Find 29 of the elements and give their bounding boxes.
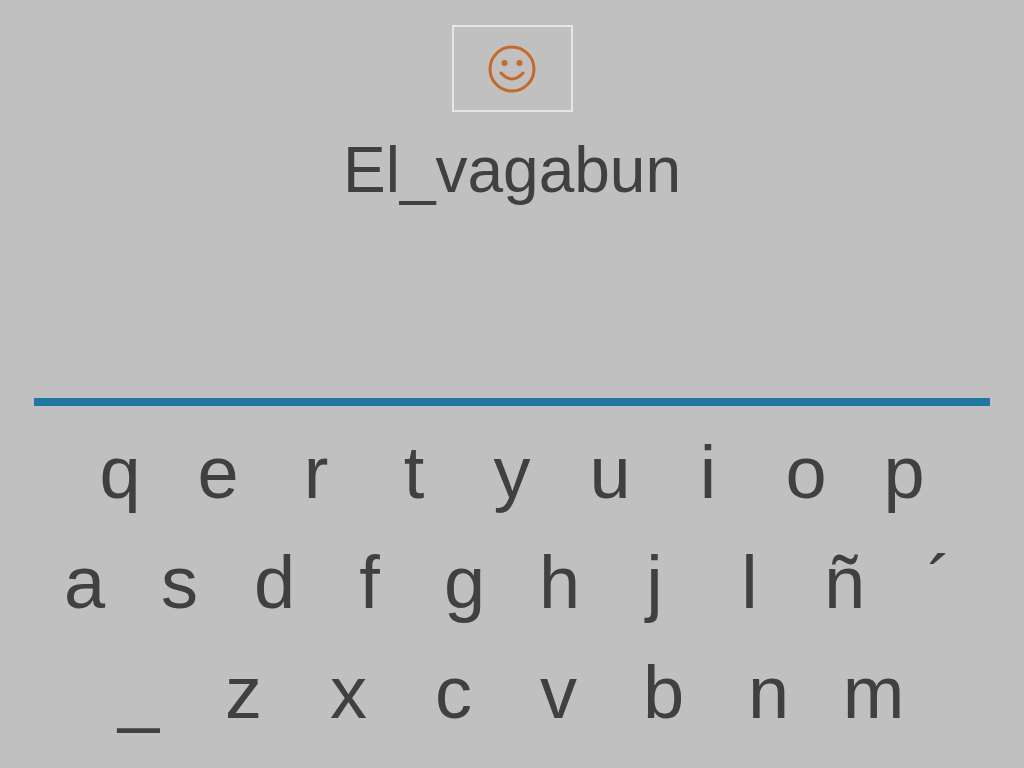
letter-key[interactable]: y xyxy=(463,418,561,528)
letter-key[interactable]: g xyxy=(417,528,512,638)
letter-key[interactable]: d xyxy=(227,528,322,638)
letter-key[interactable]: v xyxy=(506,638,611,748)
letter-key[interactable]: z xyxy=(191,638,296,748)
smiley-icon xyxy=(487,43,537,94)
letter-key[interactable]: l xyxy=(702,528,797,638)
letter-key[interactable]: ñ xyxy=(797,528,892,638)
letter-key[interactable]: _ xyxy=(86,638,191,748)
word-display: El_vagabun xyxy=(342,133,682,208)
letter-key[interactable]: s xyxy=(132,528,227,638)
letter-key[interactable]: x xyxy=(296,638,401,748)
letter-key[interactable]: q xyxy=(71,418,169,528)
letter-key[interactable]: m xyxy=(821,638,926,748)
letter-key[interactable]: ´ xyxy=(892,528,987,638)
letter-key[interactable]: c xyxy=(401,638,506,748)
letter-key[interactable]: a xyxy=(37,528,132,638)
letter-key[interactable]: n xyxy=(716,638,821,748)
letter-key[interactable]: o xyxy=(757,418,855,528)
letter-key[interactable]: p xyxy=(855,418,953,528)
letter-key[interactable]: r xyxy=(267,418,365,528)
letter-key[interactable]: b xyxy=(611,638,716,748)
letter-key[interactable]: i xyxy=(659,418,757,528)
letter-key[interactable]: h xyxy=(512,528,607,638)
letter-key[interactable]: e xyxy=(169,418,267,528)
letter-key[interactable]: j xyxy=(607,528,702,638)
letter-key[interactable]: u xyxy=(561,418,659,528)
letter-key[interactable]: t xyxy=(365,418,463,528)
letter-key[interactable]: f xyxy=(322,528,417,638)
